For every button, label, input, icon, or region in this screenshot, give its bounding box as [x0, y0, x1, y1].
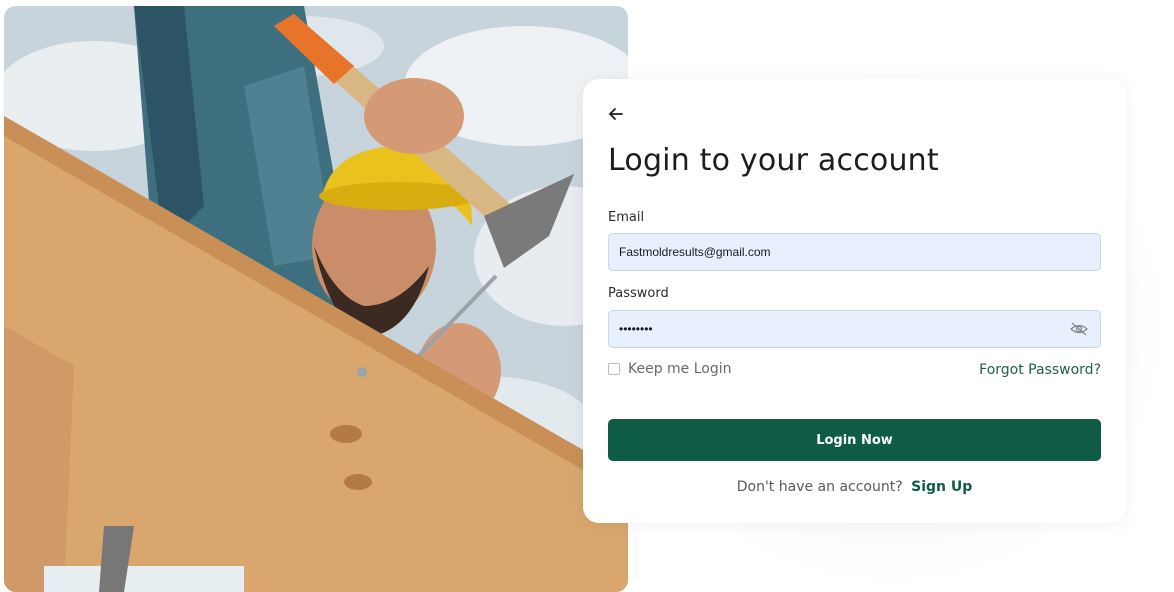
- page-title: Login to your account: [608, 143, 939, 178]
- hero-photo: [4, 6, 628, 592]
- email-field-wrapper: [608, 233, 1101, 271]
- password-field[interactable]: [609, 311, 1069, 347]
- remember-label: Keep me Login: [628, 361, 732, 377]
- login-button[interactable]: Login Now: [608, 419, 1101, 461]
- login-page: Login to your account Email Password Kee…: [0, 0, 1174, 592]
- eye-off-icon[interactable]: [1070, 321, 1088, 337]
- signup-row: Don't have an account? Sign Up: [583, 479, 1126, 495]
- password-field-wrapper: [608, 310, 1101, 348]
- arrow-left-icon[interactable]: [607, 105, 625, 123]
- email-field[interactable]: [609, 234, 1069, 270]
- signup-prompt: Don't have an account?: [736, 479, 903, 495]
- password-label: Password: [608, 286, 669, 301]
- signup-link[interactable]: Sign Up: [911, 479, 972, 495]
- remember-me[interactable]: Keep me Login: [608, 361, 732, 377]
- login-card: Login to your account Email Password Kee…: [583, 79, 1126, 523]
- remember-checkbox[interactable]: [608, 363, 620, 375]
- email-label: Email: [608, 210, 645, 225]
- forgot-password-link[interactable]: Forgot Password?: [979, 362, 1101, 378]
